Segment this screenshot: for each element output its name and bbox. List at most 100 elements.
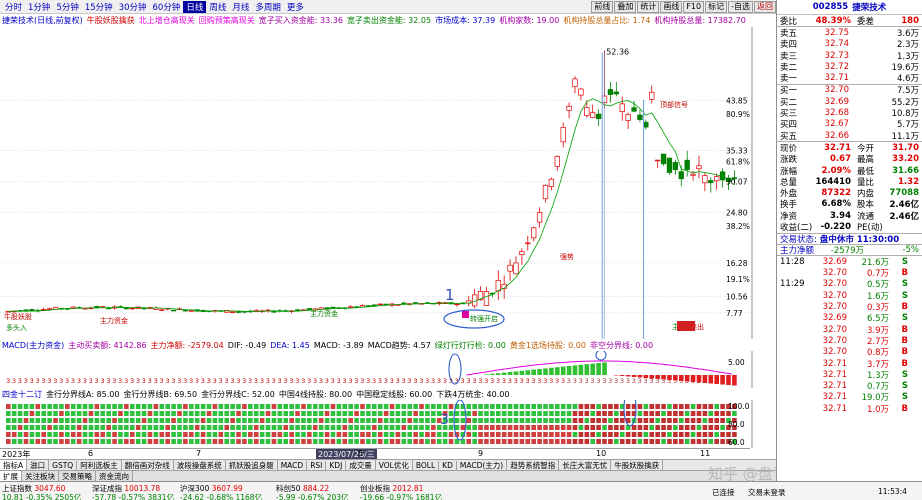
tick-list[interactable]: 11:28 32.69 21.6万 S 32.70 0.7万 B 11:29 32.70 0.5万…	[777, 255, 922, 415]
indicator-tab-11[interactable]: VOL优化	[376, 460, 413, 470]
bids-row-1[interactable]: 买二 32.69 55.2万	[777, 96, 922, 108]
indicator-tab-0[interactable]: 指标A	[0, 460, 28, 470]
chart-tool-button-7[interactable]: 返回	[754, 0, 776, 13]
indicator-tab-1[interactable]: 滋口	[27, 460, 50, 470]
tick-volume: 0.7万	[866, 269, 889, 280]
bids-row-0[interactable]: 买一 32.70 7.5万	[777, 85, 922, 96]
indicator-tab-5[interactable]: 波段操盘系统	[174, 460, 226, 470]
ind-cell	[76, 418, 82, 423]
indicator-tab-2[interactable]: GSTQ	[49, 460, 78, 470]
candlestick-chart[interactable]: 52.36牛股妖股多头入主力资金主力资金强势转强开启顶部信号主力出卖出143.8…	[0, 27, 776, 339]
indicator-tab-14[interactable]: MACD(主力)	[457, 460, 508, 470]
period-tab-6[interactable]: 日线	[183, 0, 207, 13]
period-tab-3[interactable]: 15分钟	[82, 1, 116, 13]
chart-tool-button-1[interactable]: 叠加	[614, 0, 637, 13]
quote-label: 外盘	[780, 189, 798, 200]
bids-row-4[interactable]: 买五 32.66 11.1万	[777, 130, 922, 142]
tick-volume: 0.3万	[866, 303, 889, 314]
period-tab-4[interactable]: 30分钟	[116, 1, 150, 13]
asks-row-0[interactable]: 卖五 32.75 3.6万	[777, 27, 922, 39]
ind-cell	[147, 411, 153, 416]
ind-cell	[135, 432, 141, 437]
period-tab-7[interactable]: 周线	[206, 1, 229, 13]
chart-tool-button-0[interactable]: 前线	[591, 0, 614, 13]
period-tab-5[interactable]: 60分钟	[150, 1, 184, 13]
ind-cell	[348, 439, 353, 444]
bids-volume: 55.2万	[891, 97, 919, 108]
indicator-tab-7[interactable]: MACD	[278, 460, 308, 470]
indicator-tab-16[interactable]: 长庄大富无忧	[559, 460, 612, 470]
tick-row: 32.70 0.3万 B	[777, 301, 922, 314]
extension-tab-1[interactable]: 关注板块	[22, 471, 59, 481]
macd-digit: 3	[207, 377, 211, 385]
asks-label: 卖五	[780, 28, 798, 39]
period-tab-0[interactable]: 分时	[2, 1, 25, 13]
indicator-tab-17[interactable]: 牛股妖股擒获	[611, 460, 664, 470]
ind-cell	[684, 425, 690, 430]
asks-row-4[interactable]: 卖一 32.71 4.6万	[777, 72, 922, 84]
asks-row-1[interactable]: 卖四 32.74 2.3万	[777, 39, 922, 50]
ind-cell	[348, 425, 353, 430]
macd-chart[interactable]: 3333333333333333333333333333333333333333…	[0, 351, 776, 388]
period-tab-1[interactable]: 1分钟	[25, 1, 53, 13]
chart-tool-button-4[interactable]: F10	[683, 0, 705, 13]
chart-tool-button-3[interactable]: 画线	[660, 0, 683, 13]
indicator-tab-4[interactable]: 翻倍画对杂线	[122, 460, 174, 470]
indicator-tab-8[interactable]: RSI	[307, 460, 327, 470]
extension-tab-3[interactable]: 资金流向	[96, 471, 133, 481]
bids-row-3[interactable]: 买四 32.67 5.7万	[777, 119, 922, 130]
y-tick-label: 35.33	[726, 147, 748, 156]
chart-tool-button-6[interactable]: -自选	[728, 0, 753, 13]
trade-login-status[interactable]: 交易未登录	[748, 487, 786, 498]
chart-tool-button-2[interactable]: 统计	[637, 0, 660, 13]
macd-bar	[720, 375, 725, 385]
chart-signal-label: 顶部信号	[660, 100, 688, 109]
indicator-tab-12[interactable]: BOLL	[413, 460, 440, 470]
period-tab-10[interactable]: 更多	[284, 1, 307, 13]
ind-cell	[348, 411, 353, 416]
ind-cell	[17, 432, 23, 437]
period-tab-2[interactable]: 5分钟	[53, 1, 81, 13]
ind-cell	[283, 411, 289, 416]
asks-row-2[interactable]: 卖三 32.73 1.3万	[777, 50, 922, 62]
ind-cell	[318, 439, 324, 444]
extension-tab-0[interactable]: 扩展	[0, 471, 22, 481]
indicator-tab-9[interactable]: KDJ	[326, 460, 347, 470]
chart-tool-button-5[interactable]: 标记	[705, 0, 728, 13]
indicator-tab-10[interactable]: 成交量	[346, 460, 376, 470]
ind-cell	[194, 439, 200, 444]
indicator-chart[interactable]: 3 100.0 80.0 60.0	[0, 400, 776, 448]
candle-body	[129, 307, 135, 310]
ind-cell	[407, 418, 413, 423]
quote-stats: 现价 32.71 今开 31.70 涨跌 0.67 最高 33.20 涨幅 2.09% 最低 31.6…	[777, 141, 922, 222]
indicator-tab-6[interactable]: 抓妖股追身躯	[226, 460, 278, 470]
candle-body	[412, 302, 419, 304]
ind-cell	[277, 425, 283, 430]
ind-cell	[65, 404, 70, 409]
y-tick-label: 10.56	[726, 292, 748, 301]
ind-cell	[76, 425, 82, 430]
ind-cell	[448, 418, 454, 423]
ind-cell	[307, 425, 312, 430]
macd-digit: 3	[236, 377, 240, 385]
ind-cell	[312, 425, 318, 430]
ind-cell	[555, 439, 560, 444]
extension-tab-2[interactable]: 交易策略	[59, 471, 96, 481]
indicator-tab-3[interactable]: 阿利选板主	[77, 460, 122, 470]
stock-title: 捷荣技术(日线,前复权)	[2, 16, 83, 25]
ind-cell	[466, 418, 472, 423]
asks-row-3[interactable]: 卖二 32.72 19.6万	[777, 61, 922, 73]
ind-cell	[147, 425, 153, 430]
period-tab-8[interactable]: 月线	[229, 1, 252, 13]
candle-body	[696, 165, 702, 170]
ind-cell	[277, 411, 283, 416]
bids-row-2[interactable]: 买三 32.68 10.8万	[777, 107, 922, 119]
main-net-row[interactable]: 主力净额 -2579万 -5%	[777, 243, 922, 256]
y-tick-label: 16.28	[726, 259, 748, 268]
ind-cell	[118, 425, 123, 430]
ind-cell	[259, 404, 265, 409]
indicator-tab-15[interactable]: 趋势系统智指	[507, 460, 560, 470]
indicator-tab-13[interactable]: KD	[439, 460, 457, 470]
candle-body	[631, 107, 637, 112]
period-tab-9[interactable]: 多周期	[252, 1, 284, 13]
